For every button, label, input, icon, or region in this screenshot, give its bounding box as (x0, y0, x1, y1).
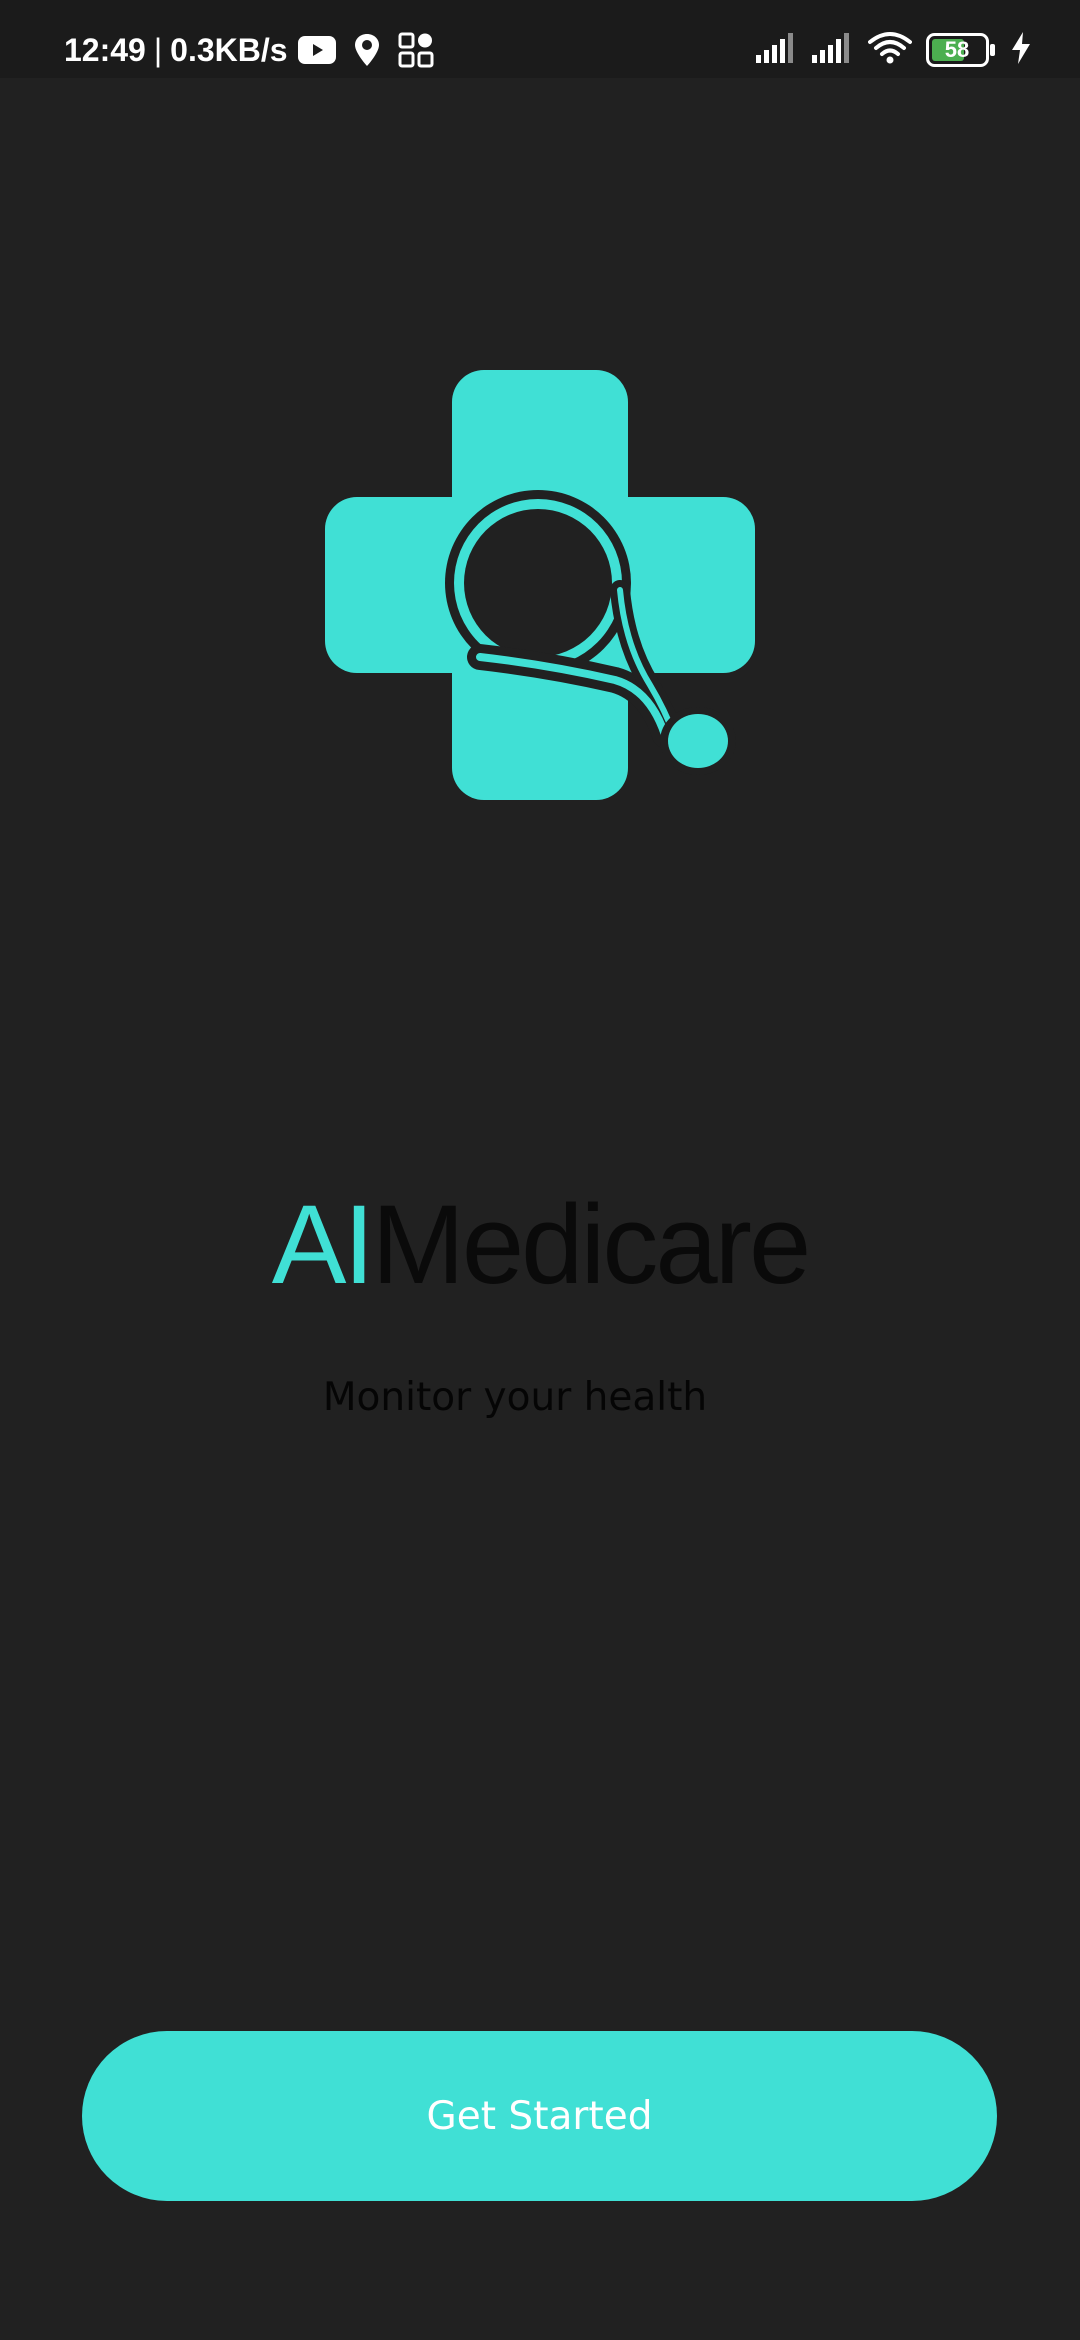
tagline: Monitor your health (322, 1375, 708, 1420)
status-time: 12:49 (64, 32, 146, 68)
battery-level: 58 (944, 37, 970, 62)
splash-screen: 12:49 | 0.3KB/s 58 AIMedicare Monitor yo… (0, 0, 1080, 2340)
status-separator: | (153, 32, 163, 68)
app-title-rest: Medicare (371, 1182, 812, 1307)
status-bar: 12:49 | 0.3KB/s 58 (0, 0, 1080, 78)
youtube-icon (297, 36, 336, 64)
get-started-button[interactable]: Get Started (82, 2031, 997, 2201)
network-speed: 0.3KB/s (170, 32, 288, 68)
location-pin-icon (354, 33, 380, 67)
app-title-highlight: AI (271, 1182, 375, 1307)
status-left: 12:49 | 0.3KB/s (64, 0, 452, 100)
wifi-icon (868, 30, 912, 70)
signal-icon (812, 33, 854, 67)
status-right: 58 (756, 0, 1032, 100)
charging-bolt-icon (1010, 32, 1032, 68)
medical-cross-stethoscope-icon (325, 370, 755, 800)
app-title: AIMedicare (0, 1180, 1080, 1310)
battery-icon: 58 (926, 33, 996, 67)
signal-icon (756, 33, 798, 67)
app-grid-icon (398, 32, 434, 68)
app-logo (320, 365, 760, 805)
